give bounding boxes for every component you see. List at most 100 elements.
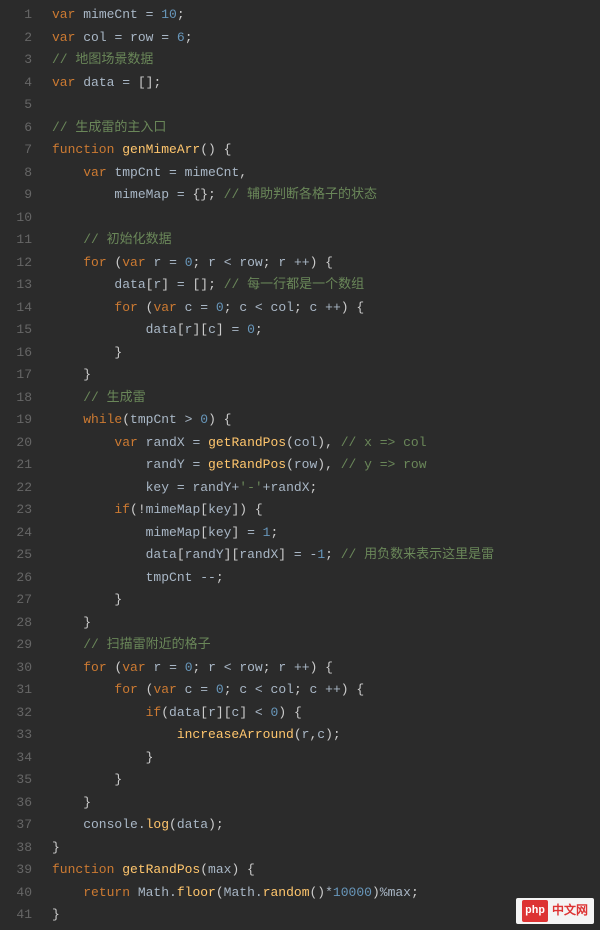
token-num: 0	[216, 300, 224, 315]
token-num: 1	[317, 547, 325, 562]
token-num: 0	[216, 682, 224, 697]
code-line[interactable]: }	[52, 769, 600, 792]
token-pun: ;	[177, 7, 185, 22]
code-line[interactable]: randY = getRandPos(row), // y => row	[52, 454, 600, 477]
token-op: %	[380, 885, 388, 900]
code-line[interactable]: if(data[r][c] < 0) {	[52, 702, 600, 725]
token-id	[52, 300, 114, 315]
token-pun: [	[177, 322, 185, 337]
token-op: ++	[325, 682, 341, 697]
code-line[interactable]: }	[52, 342, 600, 365]
code-line[interactable]: var tmpCnt = mimeCnt,	[52, 162, 600, 185]
token-pun: ;	[216, 570, 224, 585]
token-pun: (	[286, 435, 294, 450]
token-id: c	[239, 682, 255, 697]
code-line[interactable]	[52, 207, 600, 230]
line-number: 11	[0, 229, 32, 252]
token-pun: [	[200, 705, 208, 720]
token-op: <	[224, 255, 240, 270]
code-line[interactable]: var mimeCnt = 10;	[52, 4, 600, 27]
code-line[interactable]: // 扫描雷附近的格子	[52, 634, 600, 657]
token-id: data	[52, 547, 177, 562]
token-pun: }	[83, 367, 91, 382]
code-line[interactable]: for (var c = 0; c < col; c ++) {	[52, 297, 600, 320]
line-number: 15	[0, 319, 32, 342]
code-line[interactable]: var randX = getRandPos(col), // x => col	[52, 432, 600, 455]
code-line[interactable]: data[r][c] = 0;	[52, 319, 600, 342]
token-id: c	[310, 682, 326, 697]
code-line[interactable]: }	[52, 612, 600, 635]
token-pun: }	[114, 345, 122, 360]
token-pun: }	[52, 840, 60, 855]
token-kw: var	[153, 682, 184, 697]
line-number: 16	[0, 342, 32, 365]
code-area[interactable]: var mimeCnt = 10;var col = row = 6;// 地图…	[42, 0, 600, 930]
code-line[interactable]: tmpCnt --;	[52, 567, 600, 590]
token-op: =	[231, 322, 247, 337]
token-id: c	[185, 300, 201, 315]
token-pun: ;	[270, 525, 278, 540]
code-line[interactable]: for (var r = 0; r < row; r ++) {	[52, 657, 600, 680]
code-line[interactable]: var col = row = 6;	[52, 27, 600, 50]
code-line[interactable]: function genMimeArr() {	[52, 139, 600, 162]
code-line[interactable]: }	[52, 837, 600, 860]
token-id: console.	[52, 817, 146, 832]
code-line[interactable]	[52, 94, 600, 117]
code-line[interactable]: for (var c = 0; c < col; c ++) {	[52, 679, 600, 702]
code-line[interactable]: mimeMap[key] = 1;	[52, 522, 600, 545]
token-id: randY	[52, 457, 192, 472]
token-id: key	[52, 480, 177, 495]
token-kw: for	[114, 300, 145, 315]
line-number: 24	[0, 522, 32, 545]
code-line[interactable]: // 生成雷	[52, 387, 600, 410]
token-op: =	[169, 660, 185, 675]
code-line[interactable]: if(!mimeMap[key]) {	[52, 499, 600, 522]
token-id	[52, 660, 83, 675]
token-id	[52, 412, 83, 427]
code-line[interactable]: // 地图场景数据	[52, 49, 600, 72]
token-kw: var	[122, 255, 153, 270]
line-number: 37	[0, 814, 32, 837]
token-id: mimeMap	[52, 187, 177, 202]
code-line[interactable]: }	[52, 364, 600, 387]
code-line[interactable]: mimeMap = {}; // 辅助判断各格子的状态	[52, 184, 600, 207]
code-line[interactable]: data[r] = []; // 每一行都是一个数组	[52, 274, 600, 297]
token-pun: (	[169, 817, 177, 832]
token-id: randX	[146, 435, 193, 450]
code-line[interactable]: increaseArround(r,c);	[52, 724, 600, 747]
code-line[interactable]: var data = [];	[52, 72, 600, 95]
code-line[interactable]: }	[52, 747, 600, 770]
code-line[interactable]: key = randY+'-'+randX;	[52, 477, 600, 500]
token-id: row	[130, 30, 161, 45]
token-fn: increaseArround	[177, 727, 294, 742]
token-kw: if	[114, 502, 130, 517]
token-num: 0	[185, 660, 193, 675]
token-pun: }	[146, 750, 154, 765]
token-id: c	[310, 300, 326, 315]
line-number: 4	[0, 72, 32, 95]
token-id: r	[278, 660, 294, 675]
code-line[interactable]: // 生成雷的主入口	[52, 117, 600, 140]
line-number: 9	[0, 184, 32, 207]
token-pun: ()	[310, 885, 326, 900]
code-line[interactable]: }	[52, 792, 600, 815]
code-line[interactable]: console.log(data);	[52, 814, 600, 837]
code-line[interactable]: // 初始化数据	[52, 229, 600, 252]
token-op: <	[255, 705, 271, 720]
code-line[interactable]: }	[52, 589, 600, 612]
code-line[interactable]: function getRandPos(max) {	[52, 859, 600, 882]
line-number-gutter: 1234567891011121314151617181920212223242…	[0, 0, 42, 930]
token-op: =	[192, 435, 208, 450]
code-line[interactable]: data[randY][randX] = -1; // 用负数来表示这里是雷	[52, 544, 600, 567]
token-pun: ;	[263, 660, 279, 675]
token-id: data	[52, 277, 146, 292]
token-pun: ;	[193, 660, 209, 675]
token-id: c	[185, 682, 201, 697]
code-line[interactable]: for (var r = 0; r < row; r ++) {	[52, 252, 600, 275]
token-id: tmpCnt	[114, 165, 169, 180]
code-line[interactable]: while(tmpCnt > 0) {	[52, 409, 600, 432]
token-pun: }	[114, 772, 122, 787]
token-kw: for	[83, 660, 114, 675]
code-editor[interactable]: 1234567891011121314151617181920212223242…	[0, 0, 600, 930]
line-number: 34	[0, 747, 32, 770]
